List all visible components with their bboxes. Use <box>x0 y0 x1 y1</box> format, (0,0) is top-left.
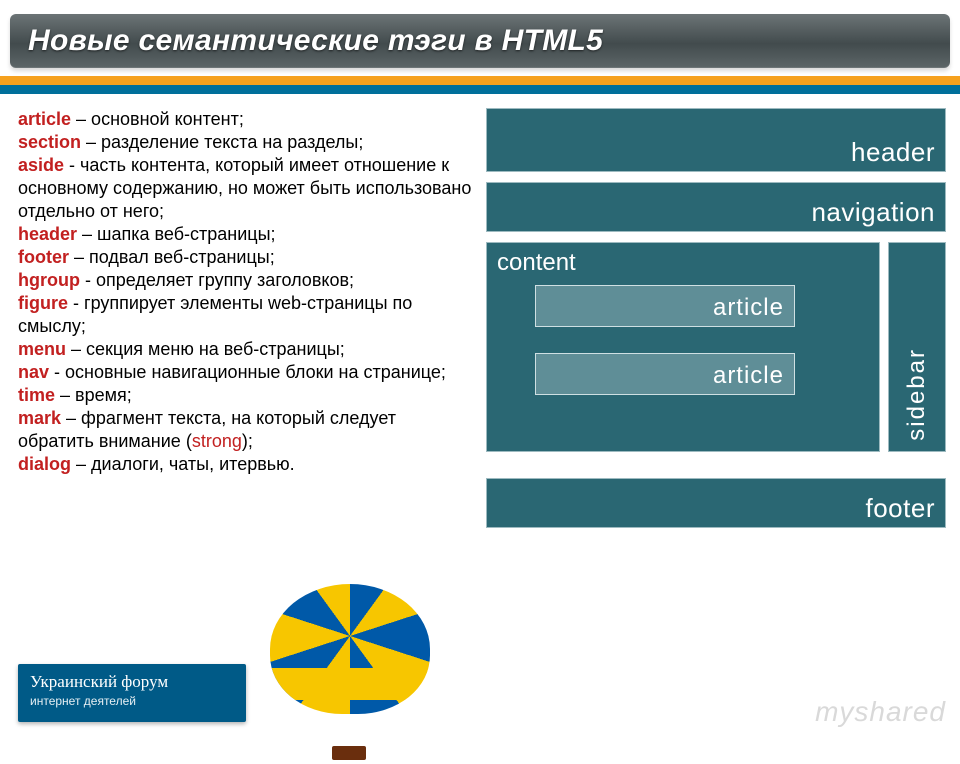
kw-header: header <box>18 224 77 244</box>
kw-article: article <box>18 109 71 129</box>
def-article: article – основной контент; <box>18 108 472 131</box>
diagram-header: header <box>486 108 946 172</box>
diagram-gap <box>486 452 946 466</box>
diagram-article-2: article <box>535 353 795 395</box>
diagram-footer: footer <box>486 478 946 528</box>
diagram-navigation: navigation <box>486 182 946 232</box>
def-dialog: dialog – диалоги, чаты, итервью. <box>18 453 472 476</box>
layout-diagram: header navigation content article articl… <box>486 108 946 528</box>
def-mark: mark – фрагмент текста, на который следу… <box>18 407 472 453</box>
def-section: section – разделение текста на разделы; <box>18 131 472 154</box>
def-footer: footer – подвал веб-страницы; <box>18 246 472 269</box>
def-figure: figure - группирует элементы web-страниц… <box>18 292 472 338</box>
forum-line2: интернет деятелей <box>30 694 234 708</box>
balloon-icon <box>260 584 440 764</box>
def-hgroup: hgroup - определяет группу заголовков; <box>18 269 472 292</box>
kw-section: section <box>18 132 81 152</box>
kw-footer: footer <box>18 247 69 267</box>
diagram-sidebar: sidebar <box>888 242 946 452</box>
kw-hgroup: hgroup <box>18 270 80 290</box>
kw-mark: mark <box>18 408 61 428</box>
slide-title: Новые семантические тэги в HTML5 <box>28 24 603 58</box>
main-content: article – основной контент; section – ра… <box>0 94 960 528</box>
accent-stripe <box>0 76 960 94</box>
kw-time: time <box>18 385 55 405</box>
kw-nav: nav <box>18 362 49 382</box>
diagram-article-1: article <box>535 285 795 327</box>
watermark: myshared <box>815 696 946 728</box>
def-header: header – шапка веб-страницы; <box>18 223 472 246</box>
def-time: time – время; <box>18 384 472 407</box>
kw-figure: figure <box>18 293 68 313</box>
def-menu: menu – секция меню на веб-страницы; <box>18 338 472 361</box>
def-aside: aside - часть контента, который имеет от… <box>18 154 472 223</box>
strong-highlight: strong <box>192 431 242 451</box>
forum-badge: Украинский форум интернет деятелей <box>18 664 246 722</box>
balloon-basket <box>332 746 366 760</box>
kw-menu: menu <box>18 339 66 359</box>
slide-title-bar: Новые семантические тэги в HTML5 <box>10 14 950 68</box>
forum-line1: Украинский форум <box>30 672 234 692</box>
definitions-list: article – основной контент; section – ра… <box>18 108 472 528</box>
def-nav: nav - основные навигационные блоки на ст… <box>18 361 472 384</box>
diagram-body-row: content article article sidebar <box>486 242 946 452</box>
kw-dialog: dialog <box>18 454 71 474</box>
kw-aside: aside <box>18 155 64 175</box>
balloon-envelope <box>270 584 430 714</box>
diagram-content-label: content <box>497 249 576 277</box>
diagram-content: content article article <box>486 242 880 452</box>
